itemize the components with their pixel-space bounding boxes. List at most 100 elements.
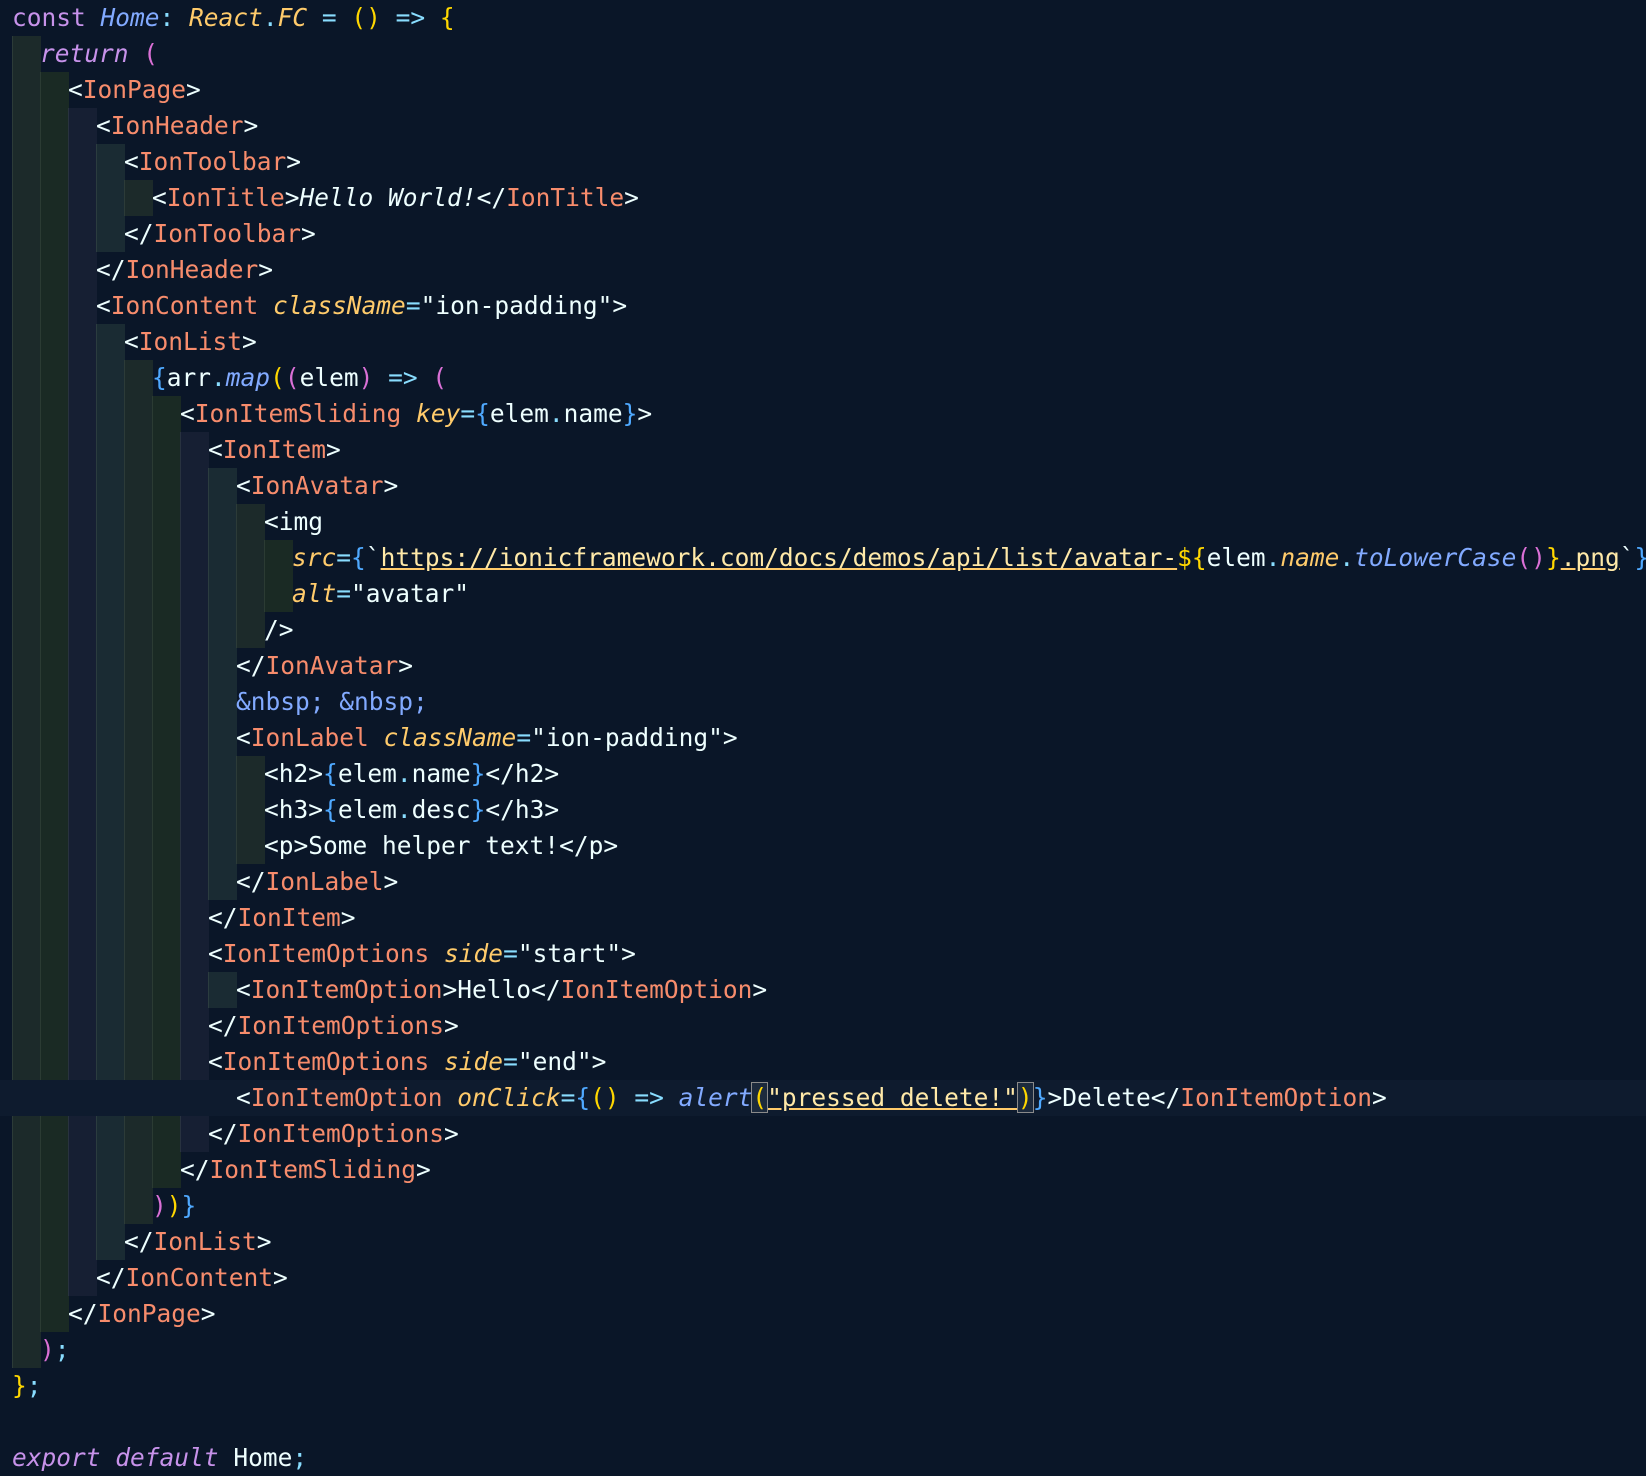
- code-token: :: [159, 3, 190, 32]
- code-token: toLowerCase: [1354, 543, 1517, 572]
- code-line[interactable]: <IonPage>: [0, 72, 1646, 108]
- code-token: name: [563, 399, 623, 428]
- code-line[interactable]: />: [0, 612, 1646, 648]
- code-line[interactable]: <p>Some helper text!</p>: [0, 828, 1646, 864]
- code-token: <: [264, 507, 279, 536]
- code-line[interactable]: <IonLabel className="ion-padding">: [0, 720, 1646, 756]
- code-token: (: [432, 363, 448, 392]
- code-line[interactable]: </IonItem>: [0, 900, 1646, 936]
- code-line[interactable]: const Home: React.FC = () => {: [0, 0, 1646, 36]
- code-editor[interactable]: const Home: React.FC = () => {return (<I…: [0, 0, 1646, 1476]
- code-token: <: [208, 939, 223, 968]
- code-token: Delete: [1062, 1083, 1151, 1112]
- code-line[interactable]: <IonList>: [0, 324, 1646, 360]
- code-token: <: [208, 435, 223, 464]
- code-line[interactable]: };: [0, 1368, 1646, 1404]
- code-line[interactable]: </IonItemOptions>: [0, 1008, 1646, 1044]
- code-line[interactable]: <h2>{elem.name}</h2>: [0, 756, 1646, 792]
- code-line-text: <IonItemOptions side="start">: [208, 936, 636, 972]
- code-line[interactable]: );: [0, 1332, 1646, 1368]
- code-token: {: [323, 759, 338, 788]
- code-line-text: </IonItemOptions>: [208, 1008, 459, 1044]
- code-token: =: [560, 1083, 576, 1112]
- code-line[interactable]: </IonToolbar>: [0, 216, 1646, 252]
- code-token: }: [470, 795, 486, 824]
- code-line-text: const Home: React.FC = () => {: [12, 0, 455, 36]
- code-line[interactable]: </IonList>: [0, 1224, 1646, 1260]
- code-token: elem: [1206, 543, 1266, 572]
- code-token: FC: [277, 3, 308, 32]
- code-line[interactable]: [0, 1404, 1646, 1440]
- code-token: >: [752, 975, 768, 1004]
- code-token: </: [531, 975, 561, 1004]
- code-token: <: [208, 1047, 223, 1076]
- code-token: ): [358, 363, 374, 392]
- code-line[interactable]: <IonItemOptions side="end">: [0, 1044, 1646, 1080]
- code-line[interactable]: export default Home;: [0, 1440, 1646, 1476]
- code-line[interactable]: ))}: [0, 1188, 1646, 1224]
- code-token: alt: [292, 579, 337, 608]
- code-token: IonItemOption: [1180, 1083, 1373, 1112]
- code-line[interactable]: return (: [0, 36, 1646, 72]
- code-token: IonItem: [222, 435, 327, 464]
- code-line[interactable]: <h3>{elem.desc}</h3>: [0, 792, 1646, 828]
- code-line[interactable]: </IonAvatar>: [0, 648, 1646, 684]
- code-token: <: [96, 291, 111, 320]
- code-line[interactable]: alt="avatar": [0, 576, 1646, 612]
- code-token: h2: [514, 759, 545, 788]
- code-token: >: [444, 1011, 459, 1040]
- code-line[interactable]: </IonHeader>: [0, 252, 1646, 288]
- code-token: >: [624, 183, 639, 212]
- code-line[interactable]: <IonAvatar>: [0, 468, 1646, 504]
- code-token: >: [544, 795, 560, 824]
- code-line[interactable]: <IonItemOption onClick={() => alert("pre…: [0, 1080, 1646, 1116]
- code-token: h3: [278, 795, 309, 824]
- code-token: <: [96, 111, 111, 140]
- code-token: >: [243, 111, 259, 140]
- code-token: <: [236, 723, 251, 752]
- code-line-text: {arr.map((elem) => (: [152, 360, 447, 396]
- code-token: IonPage: [82, 75, 187, 104]
- code-token: className: [273, 291, 406, 320]
- code-line[interactable]: </IonItemSliding>: [0, 1152, 1646, 1188]
- code-line[interactable]: <IonToolbar>: [0, 144, 1646, 180]
- code-token: </: [476, 183, 507, 212]
- code-token: IonToolbar: [153, 219, 302, 248]
- code-token: }: [1634, 543, 1646, 572]
- code-line[interactable]: <IonTitle>Hello World!</IonTitle>: [0, 180, 1646, 216]
- code-token: IonItemOptions: [222, 939, 430, 968]
- code-line[interactable]: src={`https://ionicframework.com/docs/de…: [0, 540, 1646, 576]
- code-token: >: [383, 471, 399, 500]
- code-line[interactable]: </IonPage>: [0, 1296, 1646, 1332]
- code-token: IonHeader: [110, 111, 244, 140]
- code-line[interactable]: <img: [0, 504, 1646, 540]
- code-line[interactable]: <IonItemOptions side="start">: [0, 936, 1646, 972]
- code-token: ): [152, 1191, 167, 1220]
- code-token: >: [293, 831, 309, 860]
- code-line[interactable]: <IonItemSliding key={elem.name}>: [0, 396, 1646, 432]
- code-line[interactable]: </IonItemOptions>: [0, 1116, 1646, 1152]
- code-line[interactable]: <IonHeader>: [0, 108, 1646, 144]
- code-line[interactable]: </IonLabel>: [0, 864, 1646, 900]
- code-token: arr: [166, 363, 212, 392]
- code-token: .: [262, 3, 278, 32]
- code-token: >: [340, 903, 356, 932]
- code-token: />: [264, 615, 294, 644]
- code-token: {: [152, 363, 167, 392]
- code-line[interactable]: </IonContent>: [0, 1260, 1646, 1296]
- code-line-text: <IonItem>: [208, 432, 341, 468]
- code-token: "ion-padding": [420, 291, 613, 320]
- code-line[interactable]: &nbsp; &nbsp;: [0, 684, 1646, 720]
- code-token: h3: [514, 795, 545, 824]
- code-line[interactable]: <IonItemOption>Hello</IonItemOption>: [0, 972, 1646, 1008]
- code-token: elem: [337, 759, 397, 788]
- code-line[interactable]: <IonContent className="ion-padding">: [0, 288, 1646, 324]
- code-token: </: [485, 759, 515, 788]
- code-token: name: [1280, 543, 1340, 572]
- code-line[interactable]: {arr.map((elem) => (: [0, 360, 1646, 396]
- code-line-text: </IonList>: [124, 1224, 272, 1260]
- code-line[interactable]: <IonItem>: [0, 432, 1646, 468]
